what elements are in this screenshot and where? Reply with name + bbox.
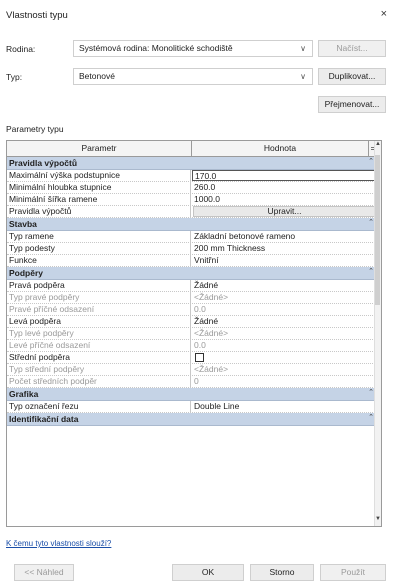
group-label: Identifikační data bbox=[9, 414, 79, 424]
properties-grid: Parametr Hodnota = Pravidla výpočtů ⌃ Maxi… bbox=[6, 140, 382, 527]
parameter-value[interactable]: Žádné bbox=[192, 316, 377, 327]
parameter-name: Pravé příčné odsazení bbox=[7, 304, 191, 315]
parameter-value[interactable]: Základní betonové rameno bbox=[192, 231, 377, 242]
header-value[interactable]: Hodnota bbox=[192, 141, 369, 156]
type-parameters-caption: Parametry typu bbox=[6, 124, 64, 134]
grid-row[interactable]: Maximální výška podstupnice 170.0 bbox=[7, 170, 377, 182]
grid-group-header[interactable]: Podpěry ⌃ bbox=[7, 267, 377, 280]
family-select-value: Systémová rodina: Monolitické schodiště bbox=[79, 43, 233, 53]
grid-row[interactable]: Funkce Vnitřní bbox=[7, 255, 377, 267]
grid-row[interactable]: Typ ramene Základní betonové rameno bbox=[7, 231, 377, 243]
parameter-name: Typ levé podpěry bbox=[7, 328, 191, 339]
parameter-value[interactable]: Vnitřní bbox=[192, 255, 377, 266]
parameter-value: 0 bbox=[194, 376, 199, 386]
grid-row: Typ levé podpěry <Žádné> bbox=[7, 328, 377, 340]
chevron-down-icon: ∨ bbox=[300, 44, 306, 53]
parameter-name: Počet středních podpěr bbox=[7, 376, 191, 387]
grid-group-header[interactable]: Pravidla výpočtů ⌃ bbox=[7, 157, 377, 170]
parameter-value: <Žádné> bbox=[194, 328, 229, 338]
type-label: Typ: bbox=[6, 72, 23, 82]
grid-header: Parametr Hodnota = bbox=[7, 141, 377, 157]
group-label: Podpěry bbox=[9, 268, 44, 278]
parameter-value[interactable]: 260.0 bbox=[192, 182, 377, 193]
apply-button[interactable]: Použít bbox=[320, 564, 386, 581]
dialog-title: Vlastnosti typu bbox=[6, 10, 68, 21]
grid-row[interactable]: Minimální šířka ramene 1000.0 bbox=[7, 194, 377, 206]
grid-row: Počet středních podpěr 0 bbox=[7, 376, 377, 388]
parameter-value[interactable]: 1000.0 bbox=[192, 194, 377, 205]
parameter-value: 0.0 bbox=[194, 340, 206, 350]
scroll-up-icon[interactable]: ▲ bbox=[375, 141, 381, 151]
type-select[interactable]: Betonové ∨ bbox=[73, 68, 313, 85]
grid-group-header[interactable]: Stavba ⌃ bbox=[7, 218, 377, 231]
grid-row[interactable]: Typ označení řezu Double Line bbox=[7, 401, 377, 413]
parameter-name: Typ označení řezu bbox=[7, 401, 191, 412]
parameter-name: Minimální šířka ramene bbox=[7, 194, 191, 205]
grid-row: Pravé příčné odsazení 0.0 bbox=[7, 304, 377, 316]
grid-row[interactable]: Střední podpěra bbox=[7, 352, 377, 364]
type-select-value: Betonové bbox=[79, 71, 115, 81]
group-label: Pravidla výpočtů bbox=[9, 158, 78, 168]
parameter-name: Pravá podpěra bbox=[7, 280, 191, 291]
parameter-value: <Žádné> bbox=[194, 292, 229, 302]
parameter-name: Minimální hloubka stupnice bbox=[7, 182, 191, 193]
cancel-button[interactable]: Storno bbox=[250, 564, 314, 581]
grid-row[interactable]: Pravá podpěra Žádné bbox=[7, 280, 377, 292]
grid-row[interactable]: Pravidla výpočtů Upravit... bbox=[7, 206, 377, 218]
parameter-name: Levé příčné odsazení bbox=[7, 340, 191, 351]
scroll-thumb[interactable] bbox=[375, 155, 380, 305]
help-link[interactable]: K čemu tyto vlastnosti slouží? bbox=[6, 539, 111, 548]
parameter-name: Levá podpěra bbox=[7, 316, 191, 327]
parameter-name: Typ podesty bbox=[7, 243, 191, 254]
parameter-value[interactable]: 200 mm Thickness bbox=[192, 243, 377, 254]
duplicate-button[interactable]: Duplikovat... bbox=[318, 68, 386, 85]
family-select[interactable]: Systémová rodina: Monolitické schodiště … bbox=[73, 40, 313, 57]
grid-row: Typ pravé podpěry <Žádné> bbox=[7, 292, 377, 304]
rename-button[interactable]: Přejmenovat... bbox=[318, 96, 386, 113]
parameter-value: <Žádné> bbox=[194, 364, 229, 374]
grid-scrollbar[interactable]: ▲ ▼ bbox=[374, 141, 381, 526]
header-parameter[interactable]: Parametr bbox=[7, 141, 192, 156]
ok-button[interactable]: OK bbox=[172, 564, 244, 581]
load-button[interactable]: Načíst... bbox=[318, 40, 386, 57]
close-icon[interactable]: × bbox=[381, 8, 387, 20]
chevron-down-icon: ∨ bbox=[300, 72, 306, 81]
grid-group-header[interactable]: Grafika ⌃ bbox=[7, 388, 377, 401]
parameter-name: Střední podpěra bbox=[7, 352, 191, 363]
value-input[interactable]: 170.0 bbox=[192, 170, 377, 181]
parameter-name: Typ pravé podpěry bbox=[7, 292, 191, 303]
grid-row: Typ střední podpěry <Žádné> bbox=[7, 364, 377, 376]
grid-group-header[interactable]: Identifikační data ⌃ bbox=[7, 413, 377, 426]
grid-row: Levé příčné odsazení 0.0 bbox=[7, 340, 377, 352]
grid-row[interactable]: Minimální hloubka stupnice 260.0 bbox=[7, 182, 377, 194]
parameter-name: Maximální výška podstupnice bbox=[7, 170, 191, 181]
parameter-name: Typ ramene bbox=[7, 231, 191, 242]
group-label: Grafika bbox=[9, 389, 39, 399]
group-label: Stavba bbox=[9, 219, 37, 229]
parameter-name: Pravidla výpočtů bbox=[7, 206, 191, 217]
family-label: Rodina: bbox=[6, 44, 36, 54]
grid-row[interactable]: Levá podpěra Žádné bbox=[7, 316, 377, 328]
parameter-name: Funkce bbox=[7, 255, 191, 266]
parameter-value[interactable]: Double Line bbox=[192, 401, 377, 412]
edit-rules-button[interactable]: Upravit... bbox=[193, 206, 376, 217]
parameter-value[interactable]: Žádné bbox=[192, 280, 377, 291]
grid-rows: Pravidla výpočtů ⌃ Maximální výška podstup… bbox=[7, 157, 377, 426]
center-support-checkbox[interactable] bbox=[195, 353, 204, 362]
scroll-down-icon[interactable]: ▼ bbox=[375, 516, 381, 526]
preview-button[interactable]: << Náhled bbox=[14, 564, 74, 581]
grid-row[interactable]: Typ podesty 200 mm Thickness bbox=[7, 243, 377, 255]
parameter-value: 0.0 bbox=[194, 304, 206, 314]
parameter-name: Typ střední podpěry bbox=[7, 364, 191, 375]
